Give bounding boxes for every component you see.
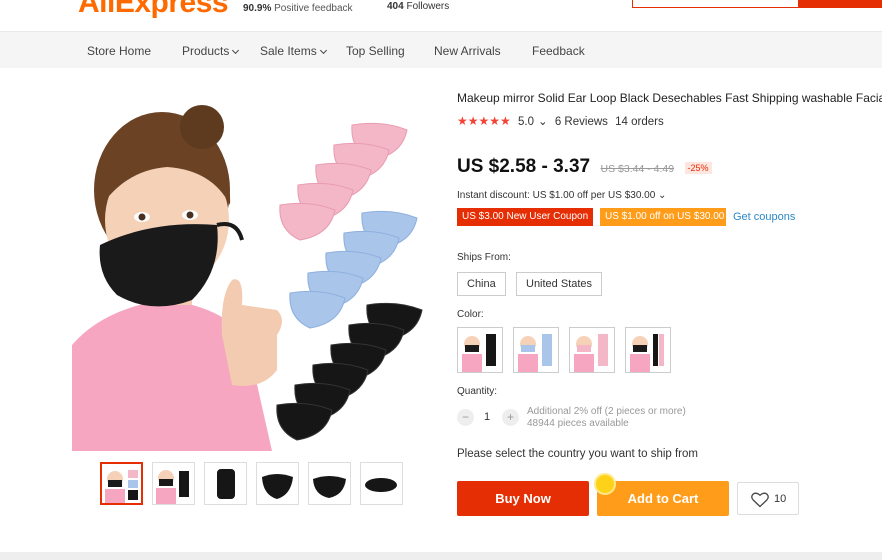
nav-sale-items[interactable]: Sale Items xyxy=(260,44,327,58)
nav-label: Sale Items xyxy=(260,44,317,58)
rating-row: ★★★★★ 5.0 ⌄ 6 Reviews 14 orders xyxy=(457,114,668,128)
followers-count: 404 Followers xyxy=(387,1,449,12)
rating-caret-icon[interactable]: ⌄ xyxy=(538,116,548,128)
wishlist-count: 10 xyxy=(774,493,787,505)
add-to-cart-label: Add to Cart xyxy=(627,491,699,506)
reviews-link[interactable]: 6 Reviews xyxy=(555,116,608,128)
thumbnail-image xyxy=(361,463,402,504)
positive-feedback: 90.9% Positive feedback xyxy=(243,3,353,14)
nav-label: Feedback xyxy=(532,44,585,58)
quantity-plus-button[interactable]: + xyxy=(502,409,519,426)
store-header: AliExpress 90.9% Positive feedback 404 F… xyxy=(0,0,882,30)
quantity-input[interactable]: 1 xyxy=(484,411,490,423)
page-divider xyxy=(0,552,882,560)
price-row: US $2.58 - 3.37 US $3.44 - 4.49 -25% xyxy=(457,156,712,178)
store-nav: Store Home Products Sale Items Top Selli… xyxy=(0,31,882,68)
positive-feedback-label: Positive feedback xyxy=(274,3,353,14)
new-user-coupon[interactable]: US $3.00 New User Coupon xyxy=(457,208,593,226)
nav-store-home[interactable]: Store Home xyxy=(87,44,151,58)
instant-discount[interactable]: Instant discount: US $1.00 off per US $3… xyxy=(457,190,666,201)
thumbnail-3[interactable] xyxy=(204,462,247,505)
nav-products[interactable]: Products xyxy=(182,44,240,58)
star-rating-icon: ★★★★★ xyxy=(457,114,511,128)
color-option-3[interactable] xyxy=(569,327,615,373)
discount-badge: -25% xyxy=(684,162,712,174)
search-button[interactable] xyxy=(798,0,882,8)
additional-offer: Additional 2% off (2 pieces or more) xyxy=(527,406,686,417)
original-price: US $3.44 - 4.49 xyxy=(600,163,675,175)
product-main-image[interactable] xyxy=(72,95,428,451)
color-swatch-image xyxy=(626,328,670,372)
store-coupon[interactable]: US $1.00 off on US $30.00 xyxy=(600,208,726,226)
followers-value: 404 xyxy=(387,1,404,12)
thumbnail-image xyxy=(153,463,194,504)
thumbnail-4[interactable] xyxy=(256,462,299,505)
ship-country-note: Please select the country you want to sh… xyxy=(457,448,698,460)
chevron-down-icon xyxy=(319,46,327,55)
coin-icon xyxy=(594,473,616,495)
mask-product-illustration xyxy=(72,105,423,451)
color-label: Color: xyxy=(457,309,484,320)
ships-from-label: Ships From: xyxy=(457,252,511,263)
nav-new-arrivals[interactable]: New Arrivals xyxy=(434,44,501,58)
color-option-4[interactable] xyxy=(625,327,671,373)
color-option-1[interactable] xyxy=(457,327,503,373)
nav-label: Products xyxy=(182,44,230,58)
nav-label: New Arrivals xyxy=(434,44,501,58)
nav-label: Top Selling xyxy=(346,44,405,58)
color-swatch-image xyxy=(570,328,614,372)
heart-icon xyxy=(751,492,769,508)
rating-value[interactable]: 5.0 xyxy=(518,116,534,128)
nav-top-selling[interactable]: Top Selling xyxy=(346,44,405,58)
wishlist-button[interactable]: 10 xyxy=(737,482,799,515)
get-coupons-link[interactable]: Get coupons xyxy=(733,211,795,223)
thumbnail-image xyxy=(257,463,298,504)
thumbnail-image xyxy=(205,463,246,504)
chevron-down-icon xyxy=(232,46,240,55)
ship-option-china[interactable]: China xyxy=(457,272,506,296)
buy-now-button[interactable]: Buy Now xyxy=(457,481,589,516)
positive-feedback-value: 90.9% xyxy=(243,3,272,14)
quantity-info: Additional 2% off (2 pieces or more) 489… xyxy=(527,406,686,430)
thumbnail-image xyxy=(102,464,141,503)
thumbnail-6[interactable] xyxy=(360,462,403,505)
thumbnail-image xyxy=(309,463,350,504)
thumbnail-5[interactable] xyxy=(308,462,351,505)
orders-count: 14 orders xyxy=(615,116,664,128)
nav-label: Store Home xyxy=(87,44,152,58)
color-swatch-image xyxy=(514,328,558,372)
thumbnail-1[interactable] xyxy=(100,462,143,505)
quantity-minus-button[interactable]: − xyxy=(457,409,474,426)
stock-available: 48944 pieces available xyxy=(527,418,629,429)
search-input[interactable] xyxy=(632,0,800,8)
quantity-label: Quantity: xyxy=(457,386,498,397)
current-price: US $2.58 - 3.37 xyxy=(457,156,591,177)
add-to-cart-button[interactable]: Add to Cart xyxy=(594,473,729,516)
nav-feedback[interactable]: Feedback xyxy=(532,44,585,58)
color-swatch-image xyxy=(458,328,502,372)
thumbnail-2[interactable] xyxy=(152,462,195,505)
followers-label: Followers xyxy=(406,1,450,12)
product-title: Makeup mirror Solid Ear Loop Black Desec… xyxy=(457,91,882,105)
aliexpress-logo[interactable]: AliExpress xyxy=(78,0,229,20)
ship-option-united-states[interactable]: United States xyxy=(516,272,603,296)
color-option-2[interactable] xyxy=(513,327,559,373)
